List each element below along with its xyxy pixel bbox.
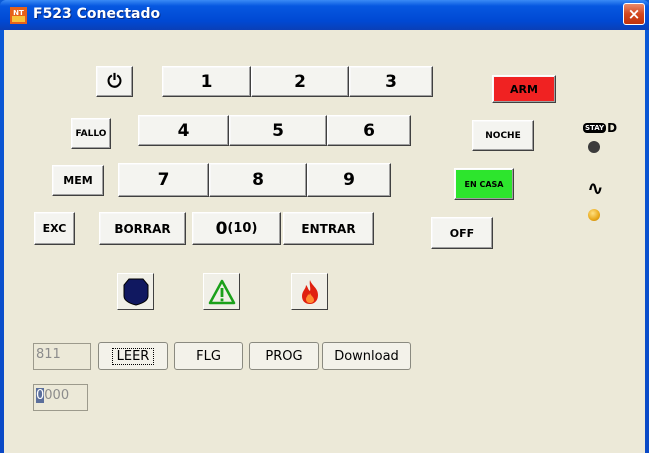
key-7-label: 7 xyxy=(157,170,170,190)
key-6-button[interactable]: 6 xyxy=(327,115,411,146)
key-2-button[interactable]: 2 xyxy=(251,66,349,97)
stay-d-label: D xyxy=(607,121,618,135)
close-icon: × xyxy=(627,5,641,23)
prog-label: PROG xyxy=(265,348,303,364)
key-8-button[interactable]: 8 xyxy=(209,163,307,197)
key-0-button[interactable]: 0 (10) xyxy=(192,212,281,245)
noche-label: NOCHE xyxy=(485,130,521,141)
police-panic-button[interactable] xyxy=(117,273,154,310)
account-field[interactable]: 811 xyxy=(33,343,91,370)
prog-button[interactable]: PROG xyxy=(249,342,319,370)
exc-label: EXC xyxy=(42,222,67,235)
close-button[interactable]: × xyxy=(623,3,645,25)
warning-icon xyxy=(208,279,235,304)
key-2-label: 2 xyxy=(294,71,306,92)
key-5-label: 5 xyxy=(272,120,284,141)
download-button[interactable]: Download xyxy=(322,342,411,370)
ac-led xyxy=(588,209,600,221)
power-button[interactable]: ⏻ xyxy=(96,66,133,97)
mem-button[interactable]: MEM xyxy=(52,165,104,196)
en-casa-button[interactable]: EN CASA xyxy=(454,168,514,200)
key-4-label: 4 xyxy=(177,120,190,141)
borrar-label: BORRAR xyxy=(114,221,171,236)
fallo-label: FALLO xyxy=(75,128,107,139)
key-3-button[interactable]: 3 xyxy=(349,66,433,97)
app-window: NT F523 Conectado × ⏻ 1 2 3 ARM FALLO 4 … xyxy=(0,0,649,453)
power-icon: ⏻ xyxy=(107,71,122,92)
en-casa-label: EN CASA xyxy=(464,179,504,189)
key-6-label: 6 xyxy=(363,120,375,141)
window-title: F523 Conectado xyxy=(33,6,161,22)
ac-power-icon: ∿ xyxy=(587,176,604,200)
key-3-label: 3 xyxy=(385,71,397,92)
key-8-label: 8 xyxy=(252,170,264,190)
flg-label: FLG xyxy=(196,348,221,364)
stay-indicator: STAY D xyxy=(583,121,617,135)
exc-button[interactable]: EXC xyxy=(34,212,75,245)
title-bar[interactable]: NT F523 Conectado × xyxy=(0,0,649,30)
flg-button[interactable]: FLG xyxy=(174,342,243,370)
off-button[interactable]: OFF xyxy=(431,217,493,249)
mem-label: MEM xyxy=(63,174,93,187)
arm-button[interactable]: ARM xyxy=(492,75,556,103)
fallo-button[interactable]: FALLO xyxy=(71,118,111,149)
fire-panic-button[interactable] xyxy=(291,273,328,310)
svg-text:NT: NT xyxy=(13,9,24,17)
key-5-button[interactable]: 5 xyxy=(229,115,327,146)
code-value: 000 xyxy=(44,388,70,403)
shield-icon xyxy=(123,278,148,306)
key-1-label: 1 xyxy=(200,71,213,92)
key-4-button[interactable]: 4 xyxy=(138,115,229,146)
account-value: 811 xyxy=(36,347,61,362)
key-0-sublabel: (10) xyxy=(227,221,258,236)
off-label: OFF xyxy=(449,226,475,240)
leer-label: LEER xyxy=(111,347,155,365)
key-9-label: 9 xyxy=(343,170,355,190)
stay-led xyxy=(588,141,600,153)
entrar-button[interactable]: ENTRAR xyxy=(283,212,374,245)
app-icon: NT xyxy=(10,7,27,24)
borrar-button[interactable]: BORRAR xyxy=(99,212,186,245)
key-0-label: 0 xyxy=(215,218,228,239)
stay-badge: STAY xyxy=(583,123,607,133)
code-field[interactable]: 0000 xyxy=(33,384,88,411)
entrar-label: ENTRAR xyxy=(301,221,356,236)
emergency-panic-button[interactable] xyxy=(203,273,240,310)
key-9-button[interactable]: 9 xyxy=(307,163,391,197)
key-7-button[interactable]: 7 xyxy=(118,163,209,197)
arm-label: ARM xyxy=(510,82,538,96)
fire-icon xyxy=(301,279,318,304)
key-1-button[interactable]: 1 xyxy=(162,66,251,97)
download-label: Download xyxy=(334,348,399,364)
leer-button[interactable]: LEER xyxy=(98,342,168,370)
main-panel: ⏻ 1 2 3 ARM FALLO 4 5 6 NOCHE MEM 7 8 9 … xyxy=(4,30,645,453)
noche-button[interactable]: NOCHE xyxy=(472,120,534,151)
